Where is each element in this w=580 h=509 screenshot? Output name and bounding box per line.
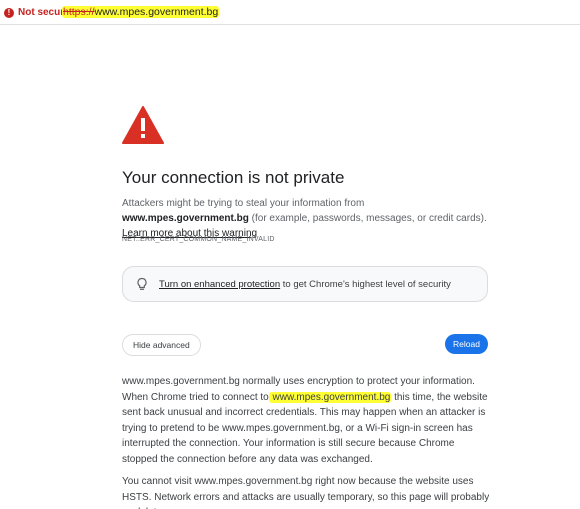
message-text-2: (for example, passwords, messages, or cr… — [248, 213, 487, 224]
advanced-details-paragraph: www.mpes.government.bg normally uses enc… — [122, 374, 490, 467]
message-host: www.mpes.government.bg — [122, 213, 249, 224]
warning-triangle-icon — [122, 106, 164, 144]
hide-advanced-button[interactable]: Hide advanced — [122, 334, 201, 356]
not-secure-icon: ! — [4, 7, 14, 18]
enhanced-protection-link[interactable]: Turn on enhanced protection — [159, 279, 280, 290]
hsts-paragraph: You cannot visit www.mpes.government.bg … — [122, 476, 490, 509]
error-code: NET::ERR_CERT_COMMON_NAME_INVALID — [122, 236, 275, 243]
url-host: www.mpes.government.bg — [94, 6, 219, 18]
enhanced-protection-box: Turn on enhanced protection to get Chrom… — [122, 266, 488, 302]
security-chip[interactable]: ! Not secure — [4, 5, 70, 20]
enhanced-protection-text: Turn on enhanced protection to get Chrom… — [159, 279, 451, 290]
advanced-host-highlight: www.mpes.government.bg — [268, 391, 392, 403]
message-text: Attackers might be trying to steal your … — [122, 198, 365, 209]
address-bar[interactable]: ! Not secure https://www.mpes.government… — [0, 0, 580, 25]
url-field[interactable]: https://www.mpes.government.bg — [62, 5, 220, 19]
url-highlight: https://www.mpes.government.bg — [62, 6, 220, 18]
lightbulb-icon — [137, 277, 147, 290]
warning-message: Attackers might be trying to steal your … — [122, 196, 492, 241]
enhanced-protection-rest: to get Chrome's highest level of securit… — [280, 278, 451, 290]
page-title: Your connection is not private — [122, 168, 345, 187]
url-scheme: https:// — [63, 6, 95, 18]
reload-button[interactable]: Reload — [445, 334, 488, 354]
